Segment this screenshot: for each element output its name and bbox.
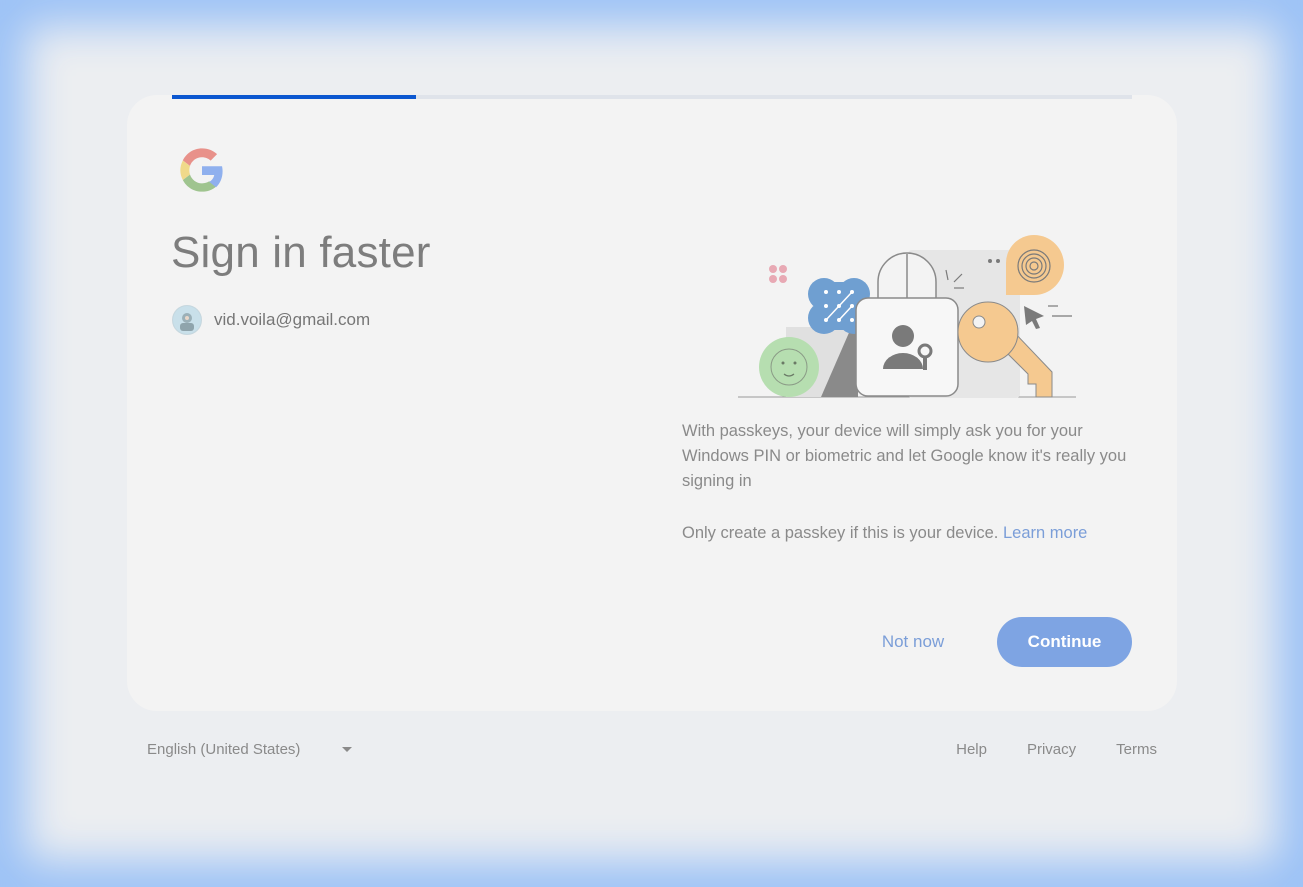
learn-more-link[interactable]: Learn more [1003, 524, 1087, 542]
language-select[interactable]: English (United States) [147, 741, 353, 758]
page-title: Sign in faster [171, 228, 431, 277]
avatar [172, 305, 202, 335]
privacy-link[interactable]: Privacy [1027, 741, 1076, 758]
language-label: English (United States) [147, 741, 301, 758]
chevron-down-icon [342, 747, 353, 752]
device-note-text: Only create a passkey if this is your de… [682, 524, 999, 542]
progress-bar [172, 95, 1132, 99]
terms-link[interactable]: Terms [1116, 741, 1157, 758]
device-note: Only create a passkey if this is your de… [682, 524, 1087, 543]
help-link[interactable]: Help [956, 741, 987, 758]
footer: English (United States) Help Privacy Ter… [147, 741, 1157, 763]
footer-links: Help Privacy Terms [956, 741, 1157, 758]
account-chip[interactable]: vid.voila@gmail.com [172, 305, 370, 335]
not-now-button[interactable]: Not now [862, 617, 964, 667]
google-logo [180, 148, 224, 192]
continue-button[interactable]: Continue [997, 617, 1132, 667]
passkey-description: With passkeys, your device will simply a… [682, 422, 1127, 490]
progress-bar-fill [172, 95, 416, 99]
passkey-illustration [738, 235, 1076, 398]
account-email: vid.voila@gmail.com [214, 310, 371, 329]
